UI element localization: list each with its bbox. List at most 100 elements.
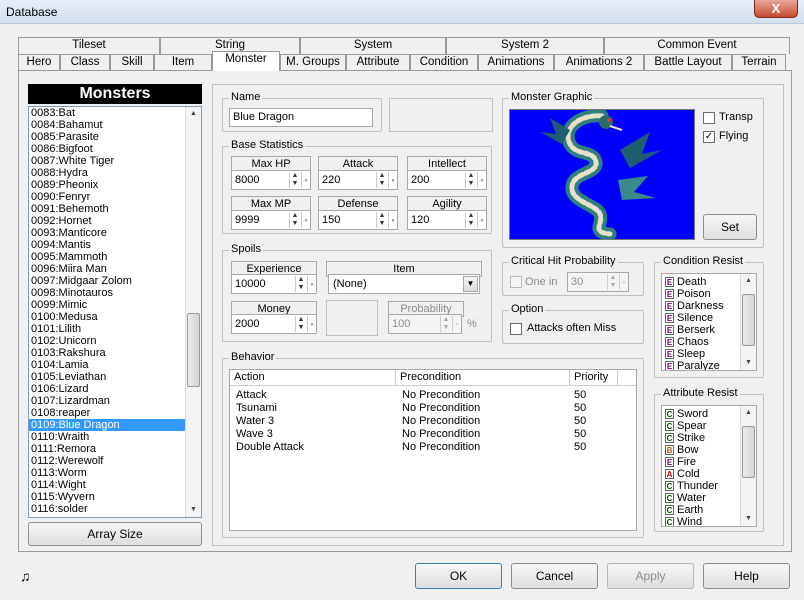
help-button[interactable]: Help xyxy=(703,563,790,589)
tab-common-event[interactable]: Common Event xyxy=(604,37,790,54)
tab-class[interactable]: Class xyxy=(60,54,110,71)
stepper-reset-icon[interactable]: ◦ xyxy=(388,172,397,188)
max-hp-stepper[interactable]: 8000 ▲ ▼ ◦ xyxy=(231,170,311,190)
monster-list[interactable]: 0083:Bat 0084:Bahamut 0085:Parasite 0086:Bi… xyxy=(28,106,202,518)
list-item[interactable]: 0106:Lizard xyxy=(29,383,201,395)
scroll-down-icon[interactable]: ▼ xyxy=(741,512,756,526)
scroll-down-icon[interactable]: ▼ xyxy=(186,503,201,517)
cancel-button[interactable]: Cancel xyxy=(511,563,598,589)
condition-resist-list[interactable]: E Death E Poison E Darkness E Silence E Berserk E C… xyxy=(661,273,757,371)
name-input[interactable]: Blue Dragon xyxy=(229,108,373,127)
scroll-thumb[interactable] xyxy=(742,294,755,346)
tab-m-groups[interactable]: M. Groups xyxy=(280,54,346,71)
tab-hero[interactable]: Hero xyxy=(18,54,60,71)
tab-animations[interactable]: Animations xyxy=(478,54,554,71)
monster-list-scrollbar[interactable]: ▲ ▼ xyxy=(185,107,201,517)
list-item[interactable]: 0098:Minotauros xyxy=(29,287,201,299)
scroll-up-icon[interactable]: ▲ xyxy=(186,107,201,121)
list-item[interactable]: 0093:Manticore xyxy=(29,227,201,239)
behavior-col-action[interactable]: Action xyxy=(230,370,396,386)
list-item[interactable]: 0085:Parasite xyxy=(29,131,201,143)
list-item[interactable]: 0090:Fenryr xyxy=(29,191,201,203)
behavior-col-precondition[interactable]: Precondition xyxy=(396,370,570,386)
stepper-arrows-icon[interactable]: ▲ ▼ xyxy=(295,276,306,292)
list-item[interactable]: 0096:Miira Man xyxy=(29,263,201,275)
scroll-down-icon[interactable]: ▼ xyxy=(741,356,756,370)
table-row[interactable]: Water 3 No Precondition 50 xyxy=(230,415,636,428)
list-item[interactable]: 0091:Behemoth xyxy=(29,203,201,215)
tab-system-2[interactable]: System 2 xyxy=(446,37,604,54)
scroll-thumb[interactable] xyxy=(187,313,200,387)
transp-checkbox[interactable] xyxy=(703,112,715,124)
stepper-arrows-icon[interactable]: ▲ ▼ xyxy=(465,172,476,188)
tab-attribute[interactable]: Attribute xyxy=(346,54,410,71)
behavior-table[interactable]: Action Precondition Priority Attack No Pr… xyxy=(229,369,637,531)
intellect-stepper[interactable]: 200 ▲ ▼ ◦ xyxy=(407,170,487,190)
stepper-arrows-icon[interactable]: ▲ ▼ xyxy=(289,172,300,188)
attack-stepper[interactable]: 220 ▲ ▼ ◦ xyxy=(318,170,398,190)
agility-stepper[interactable]: 120 ▲ ▼ ◦ xyxy=(407,210,487,230)
attacks-often-miss-checkbox[interactable] xyxy=(510,323,522,335)
table-row[interactable]: Attack No Precondition 50 xyxy=(230,389,636,402)
list-item[interactable]: 0084:Bahamut xyxy=(29,119,201,131)
stepper-arrows-icon[interactable]: ▲ ▼ xyxy=(607,274,618,290)
stepper-reset-icon[interactable]: ◦ xyxy=(452,316,461,332)
stepper-arrows-icon[interactable]: ▲ ▼ xyxy=(376,212,387,228)
tab-condition[interactable]: Condition xyxy=(410,54,478,71)
tab-skill[interactable]: Skill xyxy=(110,54,154,71)
list-item[interactable]: 0102:Unicorn xyxy=(29,335,201,347)
list-item[interactable]: 0083:Bat xyxy=(29,107,201,119)
array-size-button[interactable]: Array Size xyxy=(28,522,202,546)
scroll-up-icon[interactable]: ▲ xyxy=(741,406,756,420)
stepper-reset-icon[interactable]: ◦ xyxy=(619,274,628,290)
tab-terrain[interactable]: Terrain xyxy=(732,54,786,71)
tab-tileset[interactable]: Tileset xyxy=(18,37,160,54)
tab-monster[interactable]: Monster xyxy=(212,51,280,71)
list-item[interactable]: 0088:Hydra xyxy=(29,167,201,179)
music-note-icon[interactable]: ♫ xyxy=(20,568,31,584)
stepper-arrows-icon[interactable]: ▲ ▼ xyxy=(465,212,476,228)
list-item[interactable]: 0097:Midgaar Zolom xyxy=(29,275,201,287)
condition-resist-scrollbar[interactable]: ▲ ▼ xyxy=(740,274,756,370)
stepper-arrows-icon[interactable]: ▲ ▼ xyxy=(289,212,300,228)
max-mp-stepper[interactable]: 9999 ▲ ▼ ◦ xyxy=(231,210,311,230)
stepper-reset-icon[interactable]: ◦ xyxy=(307,316,316,332)
tab-item[interactable]: Item xyxy=(154,54,212,71)
list-item[interactable]: 0086:Bigfoot xyxy=(29,143,201,155)
apply-button[interactable]: Apply xyxy=(607,563,694,589)
critical-hit-stepper[interactable]: 30 ▲ ▼ ◦ xyxy=(567,272,629,292)
stepper-arrows-icon[interactable]: ▲ ▼ xyxy=(440,316,451,332)
list-item[interactable]: 0108:reaper xyxy=(29,407,201,419)
experience-stepper[interactable]: 10000 ▲ ▼ ◦ xyxy=(231,274,317,294)
list-item[interactable]: 0109:Blue Dragon xyxy=(29,419,201,431)
list-item[interactable]: 0095:Mammoth xyxy=(29,251,201,263)
stepper-reset-icon[interactable]: ◦ xyxy=(301,172,310,188)
list-item[interactable]: 0113:Worm xyxy=(29,467,201,479)
stepper-arrows-icon[interactable]: ▲ ▼ xyxy=(295,316,306,332)
stepper-arrows-icon[interactable]: ▲ ▼ xyxy=(376,172,387,188)
attribute-resist-list[interactable]: C Sword C Spear C Strike B Bow E Fire A Cold C Thunde… xyxy=(661,405,757,527)
attribute-resist-scrollbar[interactable]: ▲ ▼ xyxy=(740,406,756,526)
money-stepper[interactable]: 2000 ▲ ▼ ◦ xyxy=(231,314,317,334)
scroll-up-icon[interactable]: ▲ xyxy=(741,274,756,288)
list-item[interactable]: 0111:Remora xyxy=(29,443,201,455)
chevron-down-icon[interactable]: ▼ xyxy=(463,276,478,292)
probability-stepper[interactable]: 100 ▲ ▼ ◦ xyxy=(388,314,462,334)
list-item[interactable]: 0105:Leviathan xyxy=(29,371,201,383)
list-item[interactable]: 0107:Lizardman xyxy=(29,395,201,407)
stepper-reset-icon[interactable]: ◦ xyxy=(477,212,486,228)
list-item[interactable]: 0112:Werewolf xyxy=(29,455,201,467)
critical-hit-checkbox[interactable] xyxy=(510,276,522,288)
list-item[interactable]: 0101:Lilith xyxy=(29,323,201,335)
list-item[interactable]: 0104:Lamia xyxy=(29,359,201,371)
behavior-col-priority[interactable]: Priority xyxy=(570,370,618,386)
table-row[interactable]: Wave 3 No Precondition 50 xyxy=(230,428,636,441)
list-item[interactable]: 0114:Wight xyxy=(29,479,201,491)
tab-animations-2[interactable]: Animations 2 xyxy=(554,54,644,71)
stepper-reset-icon[interactable]: ◦ xyxy=(388,212,397,228)
list-item[interactable]: 0089:Pheonix xyxy=(29,179,201,191)
ok-button[interactable]: OK xyxy=(415,563,502,589)
set-graphic-button[interactable]: Set xyxy=(703,214,757,240)
flying-checkbox[interactable]: ✓ xyxy=(703,131,715,143)
tab-system[interactable]: System xyxy=(300,37,446,54)
